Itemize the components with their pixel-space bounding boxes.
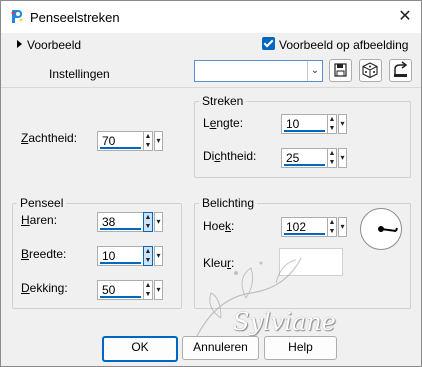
save-preset-button[interactable] <box>329 59 352 82</box>
lighting-group-title: Belichting <box>199 196 258 210</box>
softness-spinner[interactable]: 70 ▲ ▼ ▾ <box>97 131 167 151</box>
ok-button-label: OK <box>131 340 149 354</box>
triangle-right-icon[interactable] <box>17 40 22 48</box>
spin-up-icon[interactable]: ▲ <box>144 247 152 256</box>
hairs-spinner[interactable]: 38 ▲ ▼ ▾ <box>97 212 167 232</box>
randomize-dice-icon <box>362 62 378 79</box>
dropdown-icon[interactable]: ▾ <box>154 246 163 266</box>
help-button[interactable]: Help <box>264 336 337 360</box>
spin-down-icon[interactable]: ▼ <box>328 227 336 236</box>
dropdown-icon[interactable]: ▾ <box>154 131 163 151</box>
brush-group-title: Penseel <box>17 196 67 210</box>
title-bar: Penseelstreken ✕ <box>1 1 421 33</box>
app-icon <box>11 10 23 23</box>
checkbox-checked-icon[interactable] <box>262 37 275 50</box>
spin-down-icon[interactable]: ▼ <box>328 124 336 133</box>
preview-label[interactable]: Voorbeeld <box>27 38 81 52</box>
spin-down-icon[interactable]: ▼ <box>144 222 152 231</box>
settings-label: Instellingen <box>49 67 110 81</box>
softness-input[interactable]: 70 <box>97 131 144 151</box>
hairs-spin-buttons[interactable]: ▲ ▼ <box>143 212 153 232</box>
dropdown-icon[interactable]: ▾ <box>338 114 347 134</box>
settings-combo[interactable]: ⌄ <box>194 60 323 82</box>
density-spin-buttons[interactable]: ▲ ▼ <box>327 148 337 168</box>
spin-up-icon[interactable]: ▲ <box>144 132 152 141</box>
width-input[interactable]: 10 <box>97 246 144 266</box>
width-label: Breedte: <box>21 247 67 261</box>
dropdown-icon[interactable]: ▾ <box>338 148 347 168</box>
opacity-input[interactable]: 50 <box>97 280 144 300</box>
close-icon[interactable]: ✕ <box>394 6 416 28</box>
randomize-button[interactable] <box>359 59 382 82</box>
length-input[interactable]: 10 <box>281 114 328 134</box>
spin-down-icon[interactable]: ▼ <box>144 256 152 265</box>
spin-up-icon[interactable]: ▲ <box>328 218 336 227</box>
opacity-spin-buttons[interactable]: ▲ ▼ <box>143 280 153 300</box>
spin-up-icon[interactable]: ▲ <box>144 281 152 290</box>
angle-dial-icon[interactable] <box>360 208 402 250</box>
angle-input[interactable]: 102 <box>281 217 328 237</box>
hairs-label: Haren: <box>21 213 58 227</box>
length-spin-buttons[interactable]: ▲ ▼ <box>327 114 337 134</box>
width-spin-buttons[interactable]: ▲ ▼ <box>143 246 153 266</box>
angle-spin-buttons[interactable]: ▲ ▼ <box>327 217 337 237</box>
save-icon <box>334 63 347 77</box>
dropdown-icon[interactable]: ▾ <box>338 217 347 237</box>
help-button-label: Help <box>288 340 313 354</box>
dropdown-icon[interactable]: ▾ <box>154 212 163 232</box>
density-spinner[interactable]: 25 ▲ ▼ ▾ <box>281 148 351 168</box>
strokes-group-title: Streken <box>199 94 247 108</box>
window-title: Penseelstreken <box>30 10 120 25</box>
length-label: Lengte: <box>203 116 244 130</box>
top-panel: Voorbeeld Voorbeeld op afbeelding Instel… <box>1 33 421 87</box>
opacity-label: Dekking: <box>21 281 68 295</box>
spin-up-icon[interactable]: ▲ <box>328 149 336 158</box>
dialog-window: Penseelstreken ✕ Voorbeeld Voorbeeld op … <box>0 0 422 367</box>
cancel-button-label: Annuleren <box>193 340 248 354</box>
angle-spinner[interactable]: 102 ▲ ▼ ▾ <box>281 217 351 237</box>
angle-label: Hoek: <box>203 219 235 233</box>
preview-on-image-label[interactable]: Voorbeeld op afbeelding <box>279 38 408 52</box>
watermark-text: Sylviane <box>233 308 336 336</box>
width-spinner[interactable]: 10 ▲ ▼ ▾ <box>97 246 167 266</box>
softness-label: Zachtheid: <box>21 131 78 145</box>
opacity-spinner[interactable]: 50 ▲ ▼ ▾ <box>97 280 167 300</box>
reset-icon <box>394 61 408 77</box>
reset-button[interactable] <box>389 59 412 82</box>
spin-down-icon[interactable]: ▼ <box>144 290 152 299</box>
softness-spin-buttons[interactable]: ▲ ▼ <box>143 131 153 151</box>
settings-content: Zachtheid: 70 ▲ ▼ ▾ Streken Lengte: 10 ▲ ▼… <box>1 87 421 366</box>
hairs-input[interactable]: 38 <box>97 212 144 232</box>
chevron-down-icon[interactable]: ⌄ <box>307 61 322 81</box>
length-spinner[interactable]: 10 ▲ ▼ ▾ <box>281 114 351 134</box>
cancel-button[interactable]: Annuleren <box>182 336 259 360</box>
spin-up-icon[interactable]: ▲ <box>144 213 152 222</box>
dropdown-icon[interactable]: ▾ <box>154 280 163 300</box>
spin-up-icon[interactable]: ▲ <box>328 115 336 124</box>
density-input[interactable]: 25 <box>281 148 328 168</box>
spin-down-icon[interactable]: ▼ <box>144 141 152 150</box>
spin-down-icon[interactable]: ▼ <box>328 158 336 167</box>
density-label: Dichtheid: <box>203 149 257 163</box>
ok-button[interactable]: OK <box>102 336 178 362</box>
